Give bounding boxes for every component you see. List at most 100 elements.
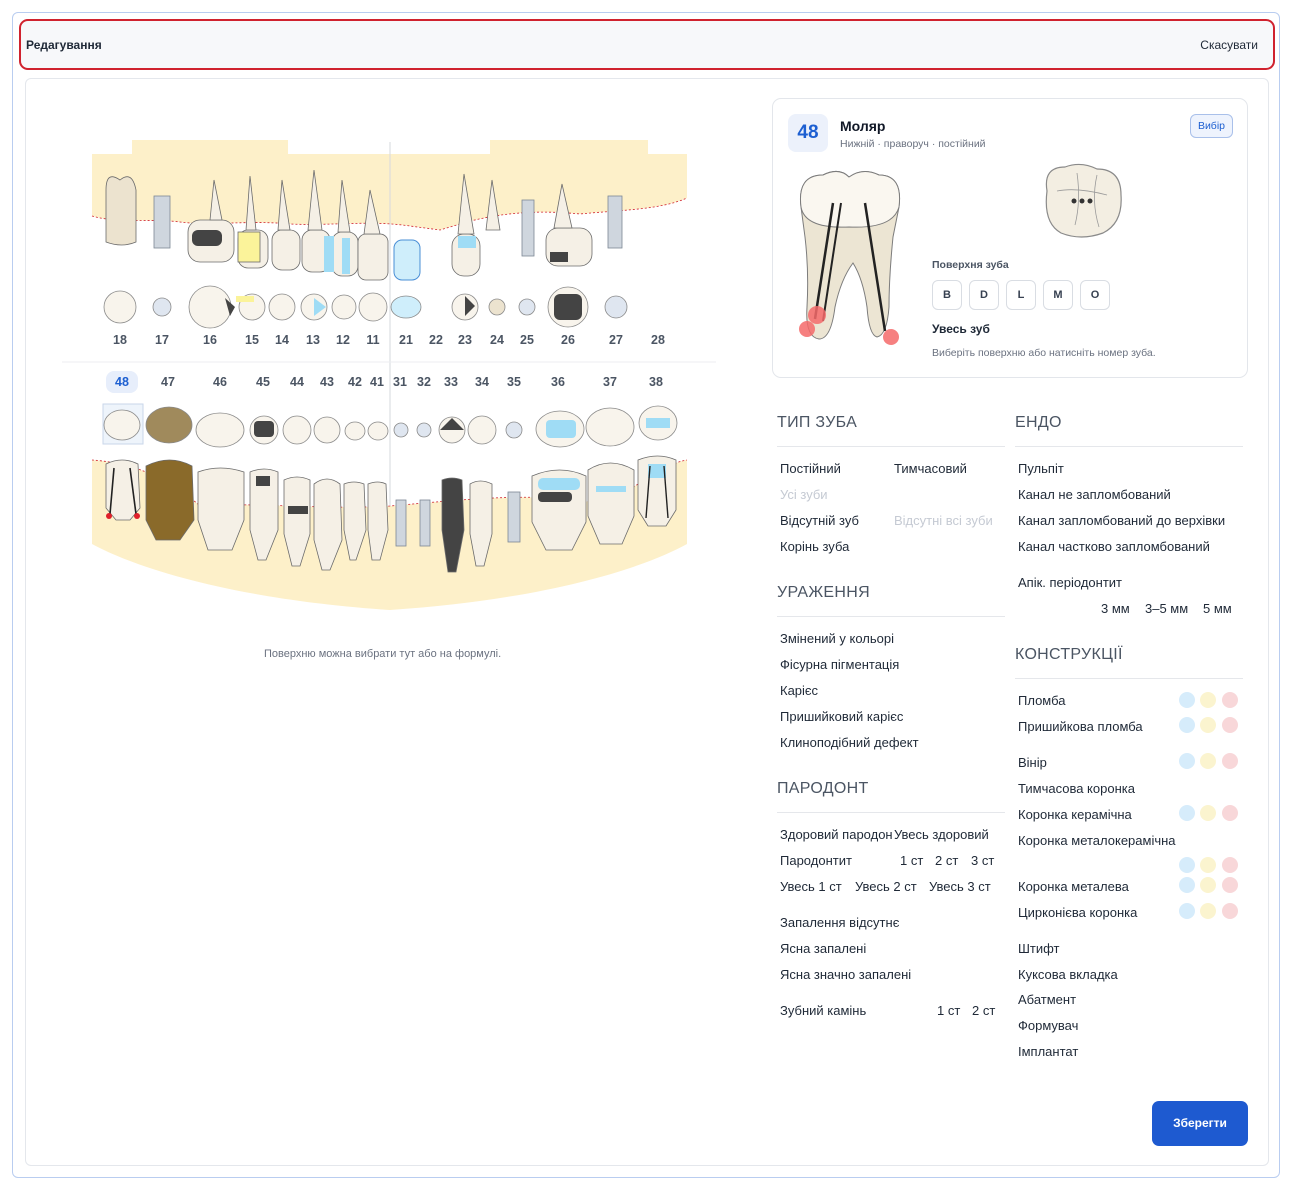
option-calculus[interactable]: Зубний камінь xyxy=(780,1003,866,1018)
whole-tooth-option[interactable]: Увесь зуб xyxy=(932,322,990,336)
color-dot-blue[interactable] xyxy=(1179,753,1195,769)
tooth-number-28[interactable]: 28 xyxy=(642,333,674,347)
option-pulpitis[interactable]: Пульпіт xyxy=(1018,461,1064,476)
pick-button[interactable]: Вибір xyxy=(1189,114,1233,138)
color-dot-yellow[interactable] xyxy=(1200,903,1216,919)
color-dot-blue[interactable] xyxy=(1179,805,1195,821)
option-all-healthy[interactable]: Увесь здоровий xyxy=(894,827,989,842)
option-healthy-periodont[interactable]: Здоровий пародонт xyxy=(780,827,892,842)
tooth-number-12[interactable]: 12 xyxy=(327,333,359,347)
option-all-missing[interactable]: Відсутні всі зуби xyxy=(894,513,993,528)
option-all-st3[interactable]: Увесь 3 ст xyxy=(929,879,991,894)
option-core-inlay[interactable]: Куксова вкладка xyxy=(1018,967,1118,982)
color-dot-blue[interactable] xyxy=(1179,692,1195,708)
tooth-number-45[interactable]: 45 xyxy=(247,375,279,389)
option-abutment[interactable]: Абатмент xyxy=(1018,992,1076,1007)
option-implant[interactable]: Імплантат xyxy=(1018,1044,1078,1059)
option-canal-partially-filled[interactable]: Канал частково запломбований xyxy=(1018,539,1210,554)
tooth-number-18[interactable]: 18 xyxy=(104,333,136,347)
color-dot-red[interactable] xyxy=(1222,717,1238,733)
color-dot-yellow[interactable] xyxy=(1200,692,1216,708)
tooth-number-34[interactable]: 34 xyxy=(466,375,498,389)
option-missing-tooth[interactable]: Відсутній зуб xyxy=(780,513,859,528)
tooth-number-46[interactable]: 46 xyxy=(204,375,236,389)
color-dot-yellow[interactable] xyxy=(1200,753,1216,769)
option-healing-former[interactable]: Формувач xyxy=(1018,1018,1078,1033)
option-apical-periodontitis[interactable]: Апік. періодонтит xyxy=(1018,575,1122,590)
option-post[interactable]: Штифт xyxy=(1018,941,1060,956)
color-dot-red[interactable] xyxy=(1222,805,1238,821)
option-wedge-defect[interactable]: Клиноподібний дефект xyxy=(780,735,919,750)
color-dot-blue[interactable] xyxy=(1179,717,1195,733)
tooth-number-48-selected[interactable]: 48 xyxy=(106,371,138,393)
color-dot-red[interactable] xyxy=(1222,857,1238,873)
tooth-number-33[interactable]: 33 xyxy=(435,375,467,389)
option-apical-3-5mm[interactable]: 3–5 мм xyxy=(1145,601,1188,616)
surface-button-b[interactable]: B xyxy=(932,280,962,310)
tooth-side-view[interactable] xyxy=(793,167,909,345)
option-all-teeth[interactable]: Усі зуби xyxy=(780,487,828,502)
option-apical-5mm[interactable]: 5 мм xyxy=(1203,601,1232,616)
option-cervical-caries[interactable]: Пришийковий карієс xyxy=(780,709,903,724)
option-periodontitis-st1[interactable]: 1 ст xyxy=(900,853,923,868)
color-dot-red[interactable] xyxy=(1222,753,1238,769)
tooth-number-21[interactable]: 21 xyxy=(390,333,422,347)
color-dot-blue[interactable] xyxy=(1179,877,1195,893)
tooth-number-37[interactable]: 37 xyxy=(594,375,626,389)
option-temporary[interactable]: Тимчасовий xyxy=(894,461,967,476)
option-ceramic-crown[interactable]: Коронка керамічна xyxy=(1018,807,1132,822)
option-cervical-filling[interactable]: Пришийкова пломба xyxy=(1018,719,1143,734)
color-dot-red[interactable] xyxy=(1222,903,1238,919)
option-all-st1[interactable]: Увесь 1 ст xyxy=(780,879,842,894)
option-fissure-pigmentation[interactable]: Фісурна пігментація xyxy=(780,657,899,672)
color-dot-yellow[interactable] xyxy=(1200,805,1216,821)
color-dot-red[interactable] xyxy=(1222,877,1238,893)
option-calculus-st2[interactable]: 2 ст xyxy=(972,1003,995,1018)
color-dot-blue[interactable] xyxy=(1179,903,1195,919)
surface-button-m[interactable]: M xyxy=(1043,280,1073,310)
option-zirconia-crown[interactable]: Цирконієва коронка xyxy=(1018,905,1137,920)
option-periodontitis-st3[interactable]: 3 ст xyxy=(971,853,994,868)
tooth-number-36[interactable]: 36 xyxy=(542,375,574,389)
tooth-number-14[interactable]: 14 xyxy=(266,333,298,347)
option-metal-ceramic-crown[interactable]: Коронка металокерамічна xyxy=(1018,833,1176,848)
option-canal-not-filled[interactable]: Канал не запломбований xyxy=(1018,487,1171,502)
tooth-number-47[interactable]: 47 xyxy=(152,375,184,389)
option-root[interactable]: Корінь зуба xyxy=(780,539,849,554)
tooth-number-13[interactable]: 13 xyxy=(297,333,329,347)
tooth-number-23[interactable]: 23 xyxy=(449,333,481,347)
option-permanent[interactable]: Постійний xyxy=(780,461,841,476)
tooth-occlusal-view[interactable] xyxy=(1037,161,1127,241)
option-gums-very-inflamed[interactable]: Ясна значно запалені xyxy=(780,967,911,982)
tooth-number-27[interactable]: 27 xyxy=(600,333,632,347)
option-discolored[interactable]: Змінений у кольорі xyxy=(780,631,894,646)
option-gums-inflamed[interactable]: Ясна запалені xyxy=(780,941,866,956)
option-filling[interactable]: Пломба xyxy=(1018,693,1065,708)
tooth-number-11[interactable]: 11 xyxy=(357,333,389,347)
tooth-number-17[interactable]: 17 xyxy=(146,333,178,347)
tooth-number-25[interactable]: 25 xyxy=(511,333,543,347)
save-button[interactable]: Зберегти xyxy=(1152,1101,1248,1146)
option-all-st2[interactable]: Увесь 2 ст xyxy=(855,879,917,894)
tooth-number-16[interactable]: 16 xyxy=(194,333,226,347)
tooth-number-44[interactable]: 44 xyxy=(281,375,313,389)
option-apical-3mm[interactable]: 3 мм xyxy=(1101,601,1130,616)
option-metal-crown[interactable]: Коронка металева xyxy=(1018,879,1129,894)
option-temporary-crown[interactable]: Тимчасова коронка xyxy=(1018,781,1135,796)
surface-button-d[interactable]: D xyxy=(969,280,999,310)
option-veneer[interactable]: Вінір xyxy=(1018,755,1047,770)
option-canal-filled-apex[interactable]: Канал запломбований до верхівки xyxy=(1018,513,1225,528)
surface-button-o[interactable]: O xyxy=(1080,280,1110,310)
tooth-number-24[interactable]: 24 xyxy=(481,333,513,347)
cancel-button[interactable]: Скасувати xyxy=(1200,38,1258,52)
tooth-number-35[interactable]: 35 xyxy=(498,375,530,389)
color-dot-yellow[interactable] xyxy=(1200,857,1216,873)
color-dot-red[interactable] xyxy=(1222,692,1238,708)
color-dot-blue[interactable] xyxy=(1179,857,1195,873)
option-no-inflammation[interactable]: Запалення відсутнє xyxy=(780,915,899,930)
color-dot-yellow[interactable] xyxy=(1200,717,1216,733)
option-calculus-st1[interactable]: 1 ст xyxy=(937,1003,960,1018)
tooth-number-22[interactable]: 22 xyxy=(420,333,452,347)
option-periodontitis[interactable]: Пародонтит xyxy=(780,853,852,868)
tooth-number-15[interactable]: 15 xyxy=(236,333,268,347)
